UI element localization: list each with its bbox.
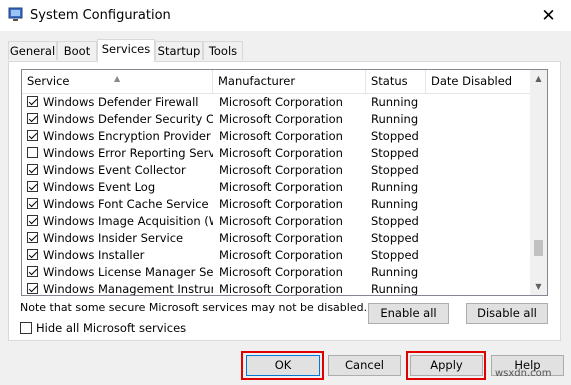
service-status: Running bbox=[371, 282, 419, 296]
service-manufacturer: Microsoft Corporation bbox=[219, 129, 343, 143]
service-checkbox[interactable] bbox=[27, 232, 38, 243]
table-row[interactable]: Windows Encryption Provider Ho... Microso… bbox=[22, 128, 531, 145]
scroll-down-icon[interactable]: ▼ bbox=[530, 278, 547, 295]
service-status: Stopped bbox=[371, 214, 419, 228]
scroll-up-icon[interactable]: ▲ bbox=[530, 70, 547, 87]
service-name: Windows Installer bbox=[43, 248, 145, 262]
secure-services-note: Note that some secure Microsoft services… bbox=[20, 301, 368, 314]
service-checkbox[interactable] bbox=[27, 164, 38, 175]
service-name: Windows Defender Firewall bbox=[43, 95, 199, 109]
table-row[interactable]: Windows Insider Service Microsoft Corpora… bbox=[22, 230, 531, 247]
service-name: Windows Event Collector bbox=[43, 163, 186, 177]
service-status: Running bbox=[371, 112, 419, 126]
title-bar: System Configuration ✕ bbox=[0, 0, 571, 31]
system-config-icon bbox=[8, 7, 23, 21]
service-status: Stopped bbox=[371, 129, 419, 143]
service-manufacturer: Microsoft Corporation bbox=[219, 112, 343, 126]
vertical-scrollbar[interactable]: ▲ ▼ bbox=[530, 70, 547, 295]
service-status: Stopped bbox=[371, 146, 419, 160]
table-row[interactable]: Windows Management Instrume... Microsoft … bbox=[22, 281, 531, 296]
tab-boot[interactable]: Boot bbox=[57, 41, 97, 60]
service-status: Running bbox=[371, 265, 419, 279]
sort-arrow-icon: ▲ bbox=[114, 74, 121, 83]
disable-all-button[interactable]: Disable all bbox=[466, 303, 548, 324]
service-checkbox[interactable] bbox=[27, 266, 38, 277]
service-checkbox[interactable] bbox=[27, 215, 38, 226]
tab-startup[interactable]: Startup bbox=[155, 41, 203, 60]
column-date-disabled[interactable]: Date Disabled bbox=[426, 70, 531, 93]
service-checkbox[interactable] bbox=[27, 113, 38, 124]
window-title: System Configuration bbox=[30, 8, 171, 23]
service-manufacturer: Microsoft Corporation bbox=[219, 231, 343, 245]
column-service[interactable]: ▲ Service bbox=[22, 70, 213, 93]
enable-all-button[interactable]: Enable all bbox=[368, 303, 449, 324]
close-icon[interactable]: ✕ bbox=[526, 0, 571, 31]
service-manufacturer: Microsoft Corporation bbox=[219, 265, 343, 279]
service-checkbox[interactable] bbox=[27, 283, 38, 294]
dialog-body: General Boot Services Startup Tools ▲ Se… bbox=[0, 31, 571, 385]
hide-ms-services-checkbox[interactable] bbox=[20, 322, 32, 334]
list-header: ▲ Service Manufacturer Status Date Disab… bbox=[22, 70, 531, 94]
table-row[interactable]: Windows Font Cache Service Microsoft Corp… bbox=[22, 196, 531, 213]
service-manufacturer: Microsoft Corporation bbox=[219, 163, 343, 177]
table-row[interactable]: Windows Installer Microsoft Corporation St… bbox=[22, 247, 531, 264]
service-status: Running bbox=[371, 95, 419, 109]
service-status: Running bbox=[371, 197, 419, 211]
tab-tools[interactable]: Tools bbox=[203, 41, 243, 60]
service-manufacturer: Microsoft Corporation bbox=[219, 180, 343, 194]
service-checkbox[interactable] bbox=[27, 96, 38, 107]
service-name: Windows Defender Security Cen... bbox=[43, 112, 213, 126]
table-row[interactable]: Windows Defender Firewall Microsoft Corpo… bbox=[22, 94, 531, 111]
service-checkbox[interactable] bbox=[27, 147, 38, 158]
service-name: Windows Error Reporting Service bbox=[43, 146, 213, 160]
table-row[interactable]: Windows Image Acquisition (WIA) Microsoft… bbox=[22, 213, 531, 230]
tab-general[interactable]: General bbox=[8, 41, 57, 60]
service-name: Windows Image Acquisition (WIA) bbox=[43, 214, 213, 228]
service-status: Running bbox=[371, 180, 419, 194]
cancel-button[interactable]: Cancel bbox=[328, 355, 401, 376]
service-name: Windows License Manager Service bbox=[43, 265, 213, 279]
table-row[interactable]: Windows Defender Security Cen... Microsof… bbox=[22, 111, 531, 128]
table-row[interactable]: Windows Event Log Microsoft Corporation Ru… bbox=[22, 179, 531, 196]
service-manufacturer: Microsoft Corporation bbox=[219, 214, 343, 228]
service-status: Stopped bbox=[371, 163, 419, 177]
service-manufacturer: Microsoft Corporation bbox=[219, 197, 343, 211]
service-manufacturer: Microsoft Corporation bbox=[219, 248, 343, 262]
column-manufacturer[interactable]: Manufacturer bbox=[213, 70, 366, 93]
services-list[interactable]: ▲ Service Manufacturer Status Date Disab… bbox=[21, 69, 548, 296]
service-manufacturer: Microsoft Corporation bbox=[219, 146, 343, 160]
services-panel: ▲ Service Manufacturer Status Date Disab… bbox=[8, 61, 561, 341]
scroll-thumb[interactable] bbox=[534, 240, 543, 256]
tab-services[interactable]: Services bbox=[97, 39, 155, 62]
table-row[interactable]: Windows Error Reporting Service Microsoft… bbox=[22, 145, 531, 162]
service-name: Windows Encryption Provider Ho... bbox=[43, 129, 213, 143]
column-status[interactable]: Status bbox=[366, 70, 426, 93]
service-checkbox[interactable] bbox=[27, 198, 38, 209]
service-name: Windows Font Cache Service bbox=[43, 197, 209, 211]
table-row[interactable]: Windows Event Collector Microsoft Corpora… bbox=[22, 162, 531, 179]
service-checkbox[interactable] bbox=[27, 181, 38, 192]
service-manufacturer: Microsoft Corporation bbox=[219, 95, 343, 109]
service-name: Windows Management Instrume... bbox=[43, 282, 213, 296]
ok-highlight-box bbox=[241, 351, 324, 380]
service-checkbox[interactable] bbox=[27, 130, 38, 141]
service-status: Stopped bbox=[371, 231, 419, 245]
service-name: Windows Event Log bbox=[43, 180, 156, 194]
apply-highlight-box bbox=[406, 351, 486, 380]
service-checkbox[interactable] bbox=[27, 249, 38, 260]
hide-ms-services-label: Hide all Microsoft services bbox=[36, 321, 187, 335]
service-name: Windows Insider Service bbox=[43, 231, 184, 245]
watermark: wsxdn.com bbox=[495, 368, 552, 379]
table-row[interactable]: Windows License Manager Service Microsoft… bbox=[22, 264, 531, 281]
service-manufacturer: Microsoft Corporation bbox=[219, 282, 343, 296]
service-status: Stopped bbox=[371, 248, 419, 262]
